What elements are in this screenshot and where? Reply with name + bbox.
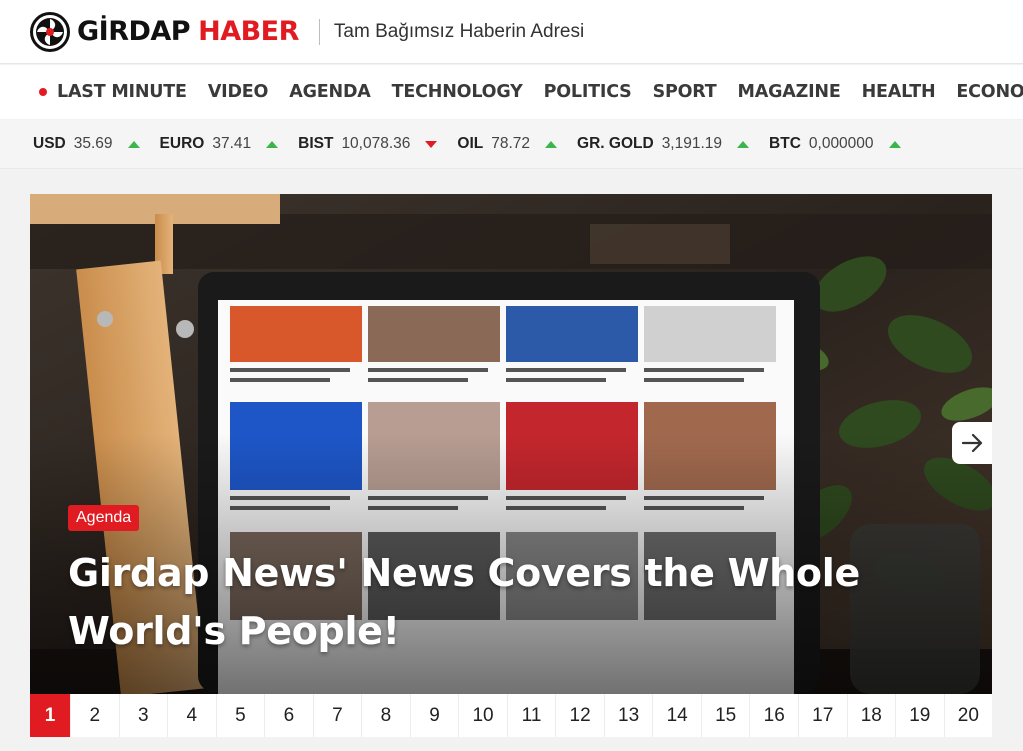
trend-down-icon — [425, 140, 438, 148]
nav-item-politics[interactable]: POLITICS — [544, 82, 632, 102]
live-dot-icon — [39, 88, 47, 96]
trend-up-icon — [737, 140, 750, 148]
page-button-15[interactable]: 15 — [702, 694, 751, 737]
ticker-item-btc[interactable]: BTC 0,000000 — [769, 135, 901, 153]
ticker-item-euro[interactable]: EURO 37.41 — [160, 135, 279, 153]
slider-pagination: 1 2 3 4 5 6 7 8 9 10 11 12 13 14 15 16 1… — [30, 694, 992, 737]
page-button-5[interactable]: 5 — [217, 694, 266, 737]
page-button-4[interactable]: 4 — [168, 694, 217, 737]
nav-item-health[interactable]: HEALTH — [862, 82, 936, 102]
page-button-13[interactable]: 13 — [605, 694, 654, 737]
ticker-item-usd[interactable]: USD 35.69 — [33, 135, 140, 153]
trend-up-icon — [545, 140, 558, 148]
page-button-8[interactable]: 8 — [362, 694, 411, 737]
ticker-item-gold[interactable]: GR. GOLD 3,191.19 — [577, 135, 750, 153]
hero-slider[interactable]: Agenda Girdap News' News Covers the Whol… — [30, 194, 992, 694]
nav-item-last-minute[interactable]: LAST MINUTE — [39, 82, 187, 102]
slider-next-button[interactable] — [952, 422, 992, 464]
trend-up-icon — [888, 140, 901, 148]
page-button-11[interactable]: 11 — [508, 694, 557, 737]
page-button-1[interactable]: 1 — [30, 694, 71, 737]
ticker-item-oil[interactable]: OIL 78.72 — [457, 135, 558, 153]
page-button-20[interactable]: 20 — [945, 694, 993, 737]
site-logo[interactable]: GİRDAP HABER — [30, 11, 299, 52]
ticker-item-bist[interactable]: BIST 10,078.36 — [298, 135, 438, 153]
arrow-right-icon — [962, 433, 983, 453]
page-button-6[interactable]: 6 — [265, 694, 314, 737]
page-button-7[interactable]: 7 — [314, 694, 363, 737]
page-button-18[interactable]: 18 — [848, 694, 897, 737]
page-button-16[interactable]: 16 — [750, 694, 799, 737]
trend-up-icon — [266, 140, 279, 148]
site-header: GİRDAP HABER Tam Bağımsız Haberin Adresi — [0, 0, 1023, 64]
logo-swirl-icon — [30, 11, 70, 52]
header-divider — [318, 18, 320, 45]
nav-item-technology[interactable]: TECHNOLOGY — [392, 82, 523, 102]
page-button-3[interactable]: 3 — [120, 694, 169, 737]
hero-headline[interactable]: Girdap News' News Covers the Whole World… — [68, 544, 868, 660]
site-tagline: Tam Bağımsız Haberin Adresi — [333, 20, 585, 42]
page-button-10[interactable]: 10 — [459, 694, 508, 737]
category-badge[interactable]: Agenda — [68, 505, 140, 531]
main-nav: LAST MINUTE VIDEO AGENDA TECHNOLOGY POLI… — [0, 65, 1023, 119]
page-button-12[interactable]: 12 — [556, 694, 605, 737]
nav-item-economy[interactable]: ECONOMY — [956, 82, 1023, 102]
nav-item-sport[interactable]: SPORT — [653, 82, 717, 102]
trend-up-icon — [127, 140, 140, 148]
page-button-19[interactable]: 19 — [896, 694, 945, 737]
nav-item-video[interactable]: VIDEO — [208, 82, 269, 102]
market-ticker: USD 35.69 EURO 37.41 BIST 10,078.36 OIL … — [0, 120, 1023, 169]
page-button-14[interactable]: 14 — [653, 694, 702, 737]
nav-item-agenda[interactable]: AGENDA — [289, 82, 371, 102]
page-button-17[interactable]: 17 — [799, 694, 848, 737]
nav-item-magazine[interactable]: MAGAZINE — [738, 82, 841, 102]
logo-wordmark: GİRDAP HABER — [77, 16, 299, 47]
page-button-9[interactable]: 9 — [411, 694, 460, 737]
page-button-2[interactable]: 2 — [71, 694, 120, 737]
